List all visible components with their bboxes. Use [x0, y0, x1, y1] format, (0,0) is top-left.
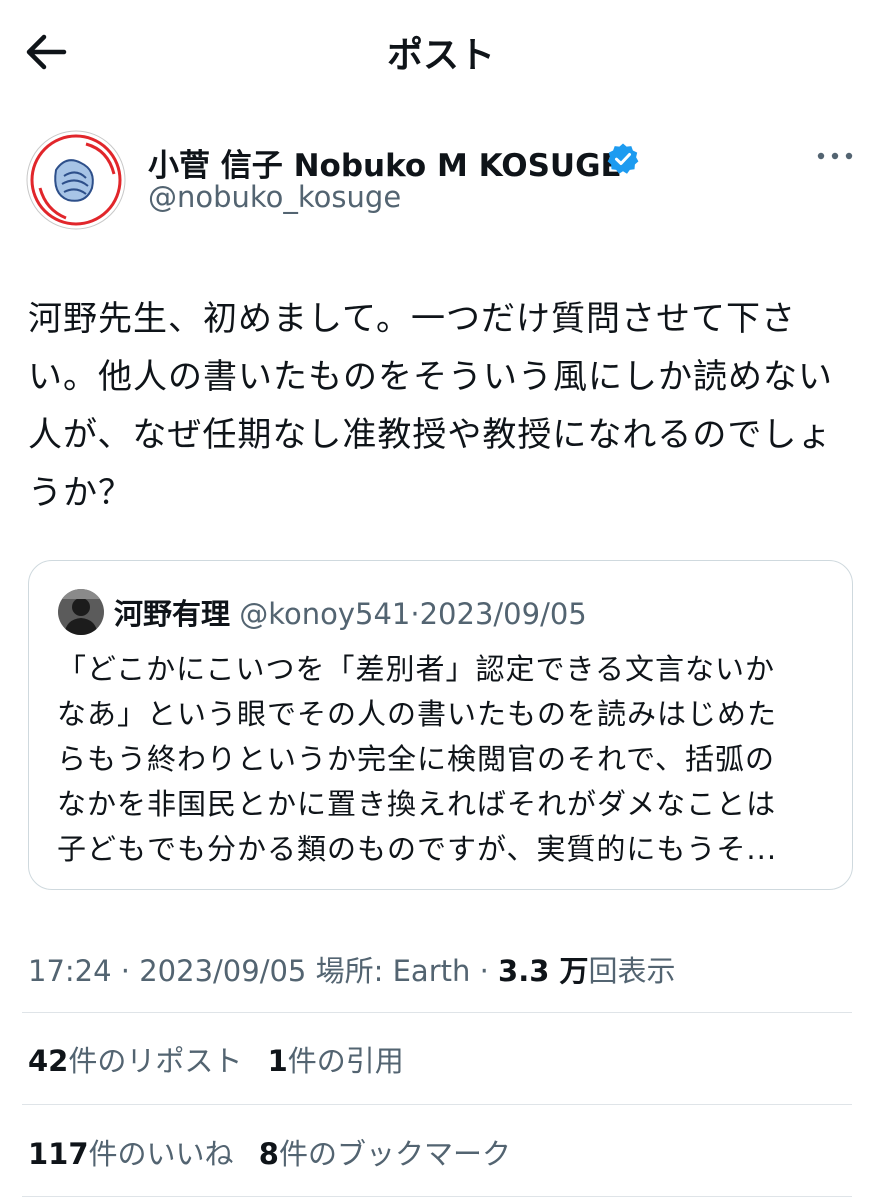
reposts-link[interactable]: 42件のリポスト — [28, 1044, 242, 1078]
tweet-time: 17:24 — [28, 954, 112, 988]
more-horizontal-icon — [817, 152, 853, 160]
tweet-line: い。他人の書いたものをそういう風にしか読めない — [28, 357, 833, 397]
divider — [22, 1196, 852, 1197]
tweet-date: 2023/09/05 — [139, 954, 307, 988]
reposts-label: 件のリポスト — [68, 1044, 243, 1078]
quote-date: 2023/09/05 — [419, 597, 587, 631]
tweet-line: うか？ — [28, 473, 133, 513]
quote-header: 河野有理 @konoy541·2023/09/05 — [114, 591, 587, 633]
tweet-location: 場所: Earth — [315, 954, 471, 988]
likes-count: 117 — [28, 1137, 89, 1171]
avatar[interactable] — [26, 130, 126, 230]
likes-label: 件のいいね — [88, 1137, 234, 1171]
quotes-label: 件の引用 — [287, 1044, 404, 1078]
views-count: 3.3 万 — [498, 954, 589, 988]
quotes-link[interactable]: 1件の引用 — [268, 1044, 404, 1078]
engagement-row-1: 42件のリポスト 1件の引用 — [28, 1038, 420, 1080]
quote-author-name: 河野有理 — [114, 597, 231, 631]
views-label: 回表示 — [588, 954, 676, 988]
tweet-line: 人が、なぜ任期なし准教授や教授になれるのでしょ — [28, 415, 833, 455]
engagement-row-2: 117件のいいね 8件のブックマーク — [28, 1131, 527, 1173]
likes-link[interactable]: 117件のいいね — [28, 1137, 234, 1171]
verified-badge-icon — [607, 143, 639, 174]
quote-line: 「どこかにこいつを「差別者」認定できる文言ないか — [57, 652, 775, 686]
quote-line: 子どもでも分かる類のものですが、実質的にもうそ... — [57, 832, 778, 866]
bookmarks-label: 件のブックマーク — [278, 1137, 511, 1171]
divider — [22, 1012, 852, 1013]
quote-separator: · — [410, 597, 420, 631]
author-name[interactable]: 小菅 信子 Nobuko M KOSUGE — [148, 140, 622, 185]
quote-text: 「どこかにこいつを「差別者」認定できる文言ないか なあ」という眼でその人の書いた… — [57, 647, 837, 872]
meta-separator: · — [120, 954, 131, 988]
meta-separator: · — [479, 954, 489, 988]
quote-line: らもう終わりというか完全に検閲官のそれで、括弧の — [57, 742, 775, 776]
more-button[interactable] — [814, 144, 856, 168]
quote-line: なあ」という眼でその人の書いたものを読みはじめた — [57, 697, 778, 731]
quote-avatar — [58, 589, 104, 635]
page-title: ポスト — [386, 35, 495, 76]
bookmarks-link[interactable]: 8件のブックマーク — [259, 1137, 511, 1171]
top-bar: ポスト — [0, 0, 882, 100]
tweet-line: 河野先生、初めまして。一つだけ質問させて下さ — [28, 299, 796, 339]
quote-author-handle: @konoy541 — [239, 597, 411, 631]
quoted-tweet-card[interactable]: 河野有理 @konoy541·2023/09/05 「どこかにこいつを「差別者」… — [28, 560, 853, 890]
author-handle[interactable]: @nobuko_kosuge — [148, 180, 401, 214]
tweet-meta: 17:24 · 2023/09/05 場所: Earth · 3.3 万回表示 — [28, 948, 676, 990]
reposts-count: 42 — [28, 1044, 69, 1078]
divider — [22, 1104, 852, 1105]
quotes-count: 1 — [267, 1044, 288, 1078]
bookmarks-count: 8 — [258, 1137, 279, 1171]
quote-line: なかを非国民とかに置き換えればそれがダメなことは — [57, 787, 777, 821]
tweet-text: 河野先生、初めまして。一つだけ質問させて下さ い。他人の書いたものをそういう風に… — [28, 290, 862, 522]
